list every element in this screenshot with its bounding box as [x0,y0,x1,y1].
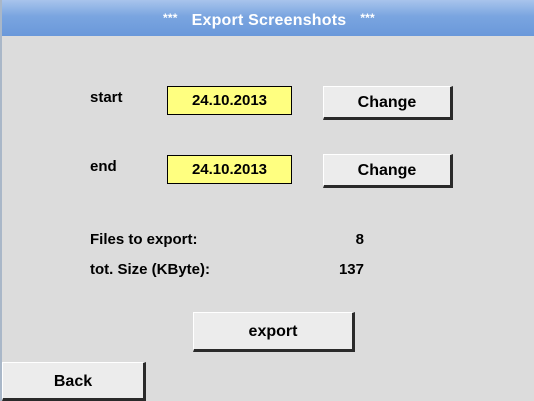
start-label: start [90,89,123,106]
end-date-field[interactable]: 24.10.2013 [167,155,292,184]
total-size-value: 137 [338,261,364,278]
files-to-export-label: Files to export: [90,231,198,248]
export-screenshots-screen: *** Export Screenshots *** start 24.10.2… [0,0,534,401]
back-button[interactable]: Back [2,362,146,401]
title-bar: *** Export Screenshots *** [2,0,534,36]
files-to-export-value: 8 [355,231,364,248]
window-title: Export Screenshots [191,12,347,29]
end-label: end [90,158,117,175]
end-change-button[interactable]: Change [323,154,453,188]
total-size-label: tot. Size (KByte): [90,261,210,278]
start-date-field[interactable]: 24.10.2013 [167,86,292,115]
title-stars-right: *** [360,11,375,25]
title-stars-left: *** [163,11,178,25]
start-change-button[interactable]: Change [323,86,453,120]
export-button[interactable]: export [193,312,355,352]
